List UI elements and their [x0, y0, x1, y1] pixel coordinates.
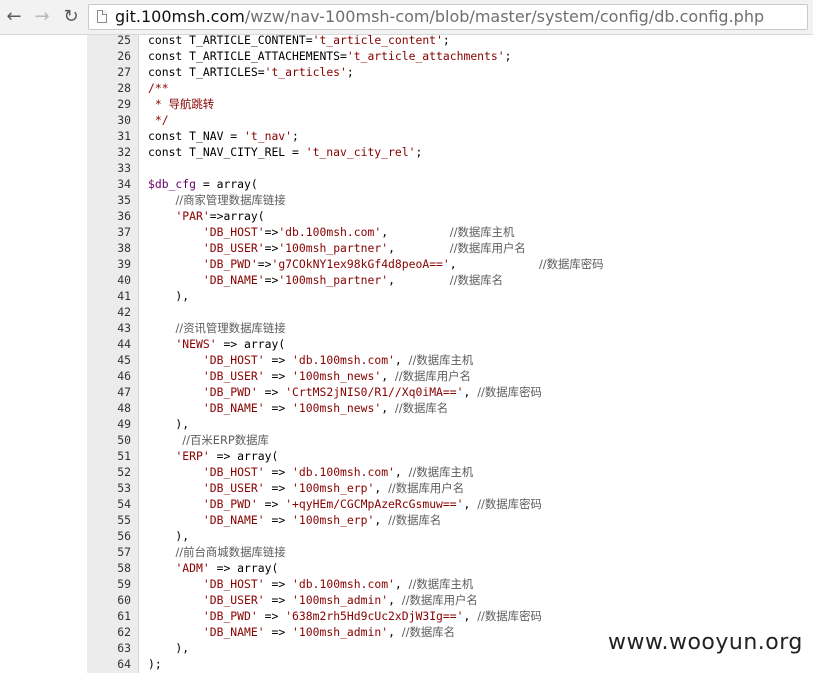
url-text[interactable]: git.100msh.com/wzw/nav-100msh-com/blob/m… — [115, 7, 764, 27]
line-number: 53 — [117, 481, 131, 495]
line-number: 35 — [117, 193, 131, 207]
line-text: 'DB_USER'=>'100msh_partner', //数据库用户名 — [202, 241, 526, 255]
line-number: 29 — [117, 97, 131, 111]
line-number: 60 — [117, 593, 131, 607]
line-text: ), — [148, 289, 190, 303]
url-host: git.100msh.com — [115, 7, 245, 26]
line-number: 38 — [117, 241, 131, 255]
line-number: 31 — [117, 129, 131, 143]
watermark: www.wooyun.org — [600, 628, 811, 657]
line-number: 44 — [117, 337, 131, 351]
line-text: 'DB_PWD'=>'g7COkNY1ex98kGf4d8peoA==', //… — [202, 257, 604, 271]
line-number: 47 — [117, 385, 131, 399]
line-text: 'DB_HOST'=>'db.100msh.com', //数据库主机 — [202, 225, 515, 239]
line-text: //资讯管理数据库链接 — [175, 321, 286, 335]
line-text: 'ADM' => array( — [175, 561, 279, 575]
url-path: /wzw/nav-100msh-com/blob/master/system/c… — [244, 7, 765, 26]
line-text: ), — [148, 641, 190, 655]
browser-toolbar: ← → ↻ git.100msh.com/wzw/nav-100msh-com/… — [0, 0, 813, 35]
line-text: 'DB_PWD' => '+qyHEm/CGCMpAzeRcGsmuw==', … — [202, 497, 542, 511]
line-text: 'DB_NAME' => '100msh_admin', //数据库名 — [202, 625, 456, 639]
line-number: 56 — [117, 529, 131, 543]
line-text: //百米ERP数据库 — [182, 433, 269, 447]
back-arrow-icon[interactable]: ← — [4, 7, 24, 27]
line-number: 63 — [117, 641, 131, 655]
line-number: 34 — [117, 177, 131, 191]
forward-arrow-icon[interactable]: → — [32, 7, 52, 27]
line-number: 48 — [117, 401, 131, 415]
line-text: const T_NAV_CITY_REL = 't_nav_city_rel'; — [148, 145, 423, 159]
line-text: ); — [148, 657, 162, 671]
line-number: 25 — [117, 33, 131, 47]
line-number: 39 — [117, 257, 131, 271]
line-number: 57 — [117, 545, 131, 559]
line-text: const T_ARTICLES='t_articles'; — [148, 65, 354, 79]
address-bar[interactable]: git.100msh.com/wzw/nav-100msh-com/blob/m… — [88, 4, 808, 30]
line-text: //前台商城数据库链接 — [175, 545, 286, 559]
line-text: 'DB_USER' => '100msh_news', //数据库用户名 — [202, 369, 471, 383]
line-text: 'DB_NAME' => '100msh_news', //数据库名 — [202, 401, 449, 415]
code-viewer: 25 const T_ARTICLE_CONTENT='t_article_con… — [0, 33, 813, 673]
line-number: 26 — [117, 49, 131, 63]
line-number: 46 — [117, 369, 131, 383]
line-number: 30 — [117, 113, 131, 127]
line-number: 27 — [117, 65, 131, 79]
line-number: 59 — [117, 577, 131, 591]
line-number: 36 — [117, 209, 131, 223]
line-number: 49 — [117, 417, 131, 431]
line-text: 'DB_NAME' => '100msh_erp', //数据库名 — [202, 513, 442, 527]
line-number: 54 — [117, 497, 131, 511]
line-text: 'DB_PWD' => 'CrtMS2jNIS0/R1//Xq0iMA==', … — [202, 385, 542, 399]
line-text: 'PAR'=>array( — [175, 209, 265, 223]
line-number: 52 — [117, 465, 131, 479]
line-text: //商家管理数据库链接 — [175, 193, 286, 207]
line-text: 'DB_HOST' => 'db.100msh.com', //数据库主机 — [202, 465, 474, 479]
reload-icon[interactable]: ↻ — [61, 7, 81, 27]
line-number: 42 — [117, 305, 131, 319]
line-number: 51 — [117, 449, 131, 463]
line-number: 45 — [117, 353, 131, 367]
line-number: 33 — [117, 161, 131, 175]
line-number: 62 — [117, 625, 131, 639]
line-number: 43 — [117, 321, 131, 335]
line-text: */ — [148, 113, 169, 127]
line-text: 'ERP' => array( — [175, 449, 279, 463]
line-text: ), — [148, 529, 190, 543]
line-text: 'DB_HOST' => 'db.100msh.com', //数据库主机 — [202, 577, 474, 591]
line-text: 'DB_NAME'=>'100msh_partner', //数据库名 — [202, 273, 504, 287]
line-text: 'DB_HOST' => 'db.100msh.com', //数据库主机 — [202, 353, 474, 367]
line-text: 'DB_USER' => '100msh_admin', //数据库用户名 — [202, 593, 478, 607]
line-number: 40 — [117, 273, 131, 287]
line-text: const T_NAV = 't_nav'; — [148, 129, 299, 143]
line-number: 41 — [117, 289, 131, 303]
line-text: * 导航跳转 — [148, 97, 215, 111]
line-text: const T_ARTICLE_ATTACHEMENTS='t_article_… — [148, 49, 512, 63]
line-number: 28 — [117, 81, 131, 95]
line-text: 'NEWS' => array( — [175, 337, 286, 351]
line-text: 'DB_PWD' => '638m2rh5Hd9cUc2xDjW3Ig==', … — [202, 609, 542, 623]
line-number: 32 — [117, 145, 131, 159]
line-text: 'DB_USER' => '100msh_erp', //数据库用户名 — [202, 481, 465, 495]
line-text: const T_ARTICLE_CONTENT='t_article_conte… — [148, 33, 450, 47]
line-number: 37 — [117, 225, 131, 239]
line-text: /** — [148, 81, 169, 95]
line-text: $db_cfg = array( — [148, 177, 258, 191]
line-number: 55 — [117, 513, 131, 527]
line-number: 58 — [117, 561, 131, 575]
line-number: 50 — [117, 433, 131, 447]
line-text: ), — [148, 417, 190, 431]
line-number: 61 — [117, 609, 131, 623]
page-icon — [97, 10, 107, 23]
line-number: 64 — [117, 657, 131, 671]
